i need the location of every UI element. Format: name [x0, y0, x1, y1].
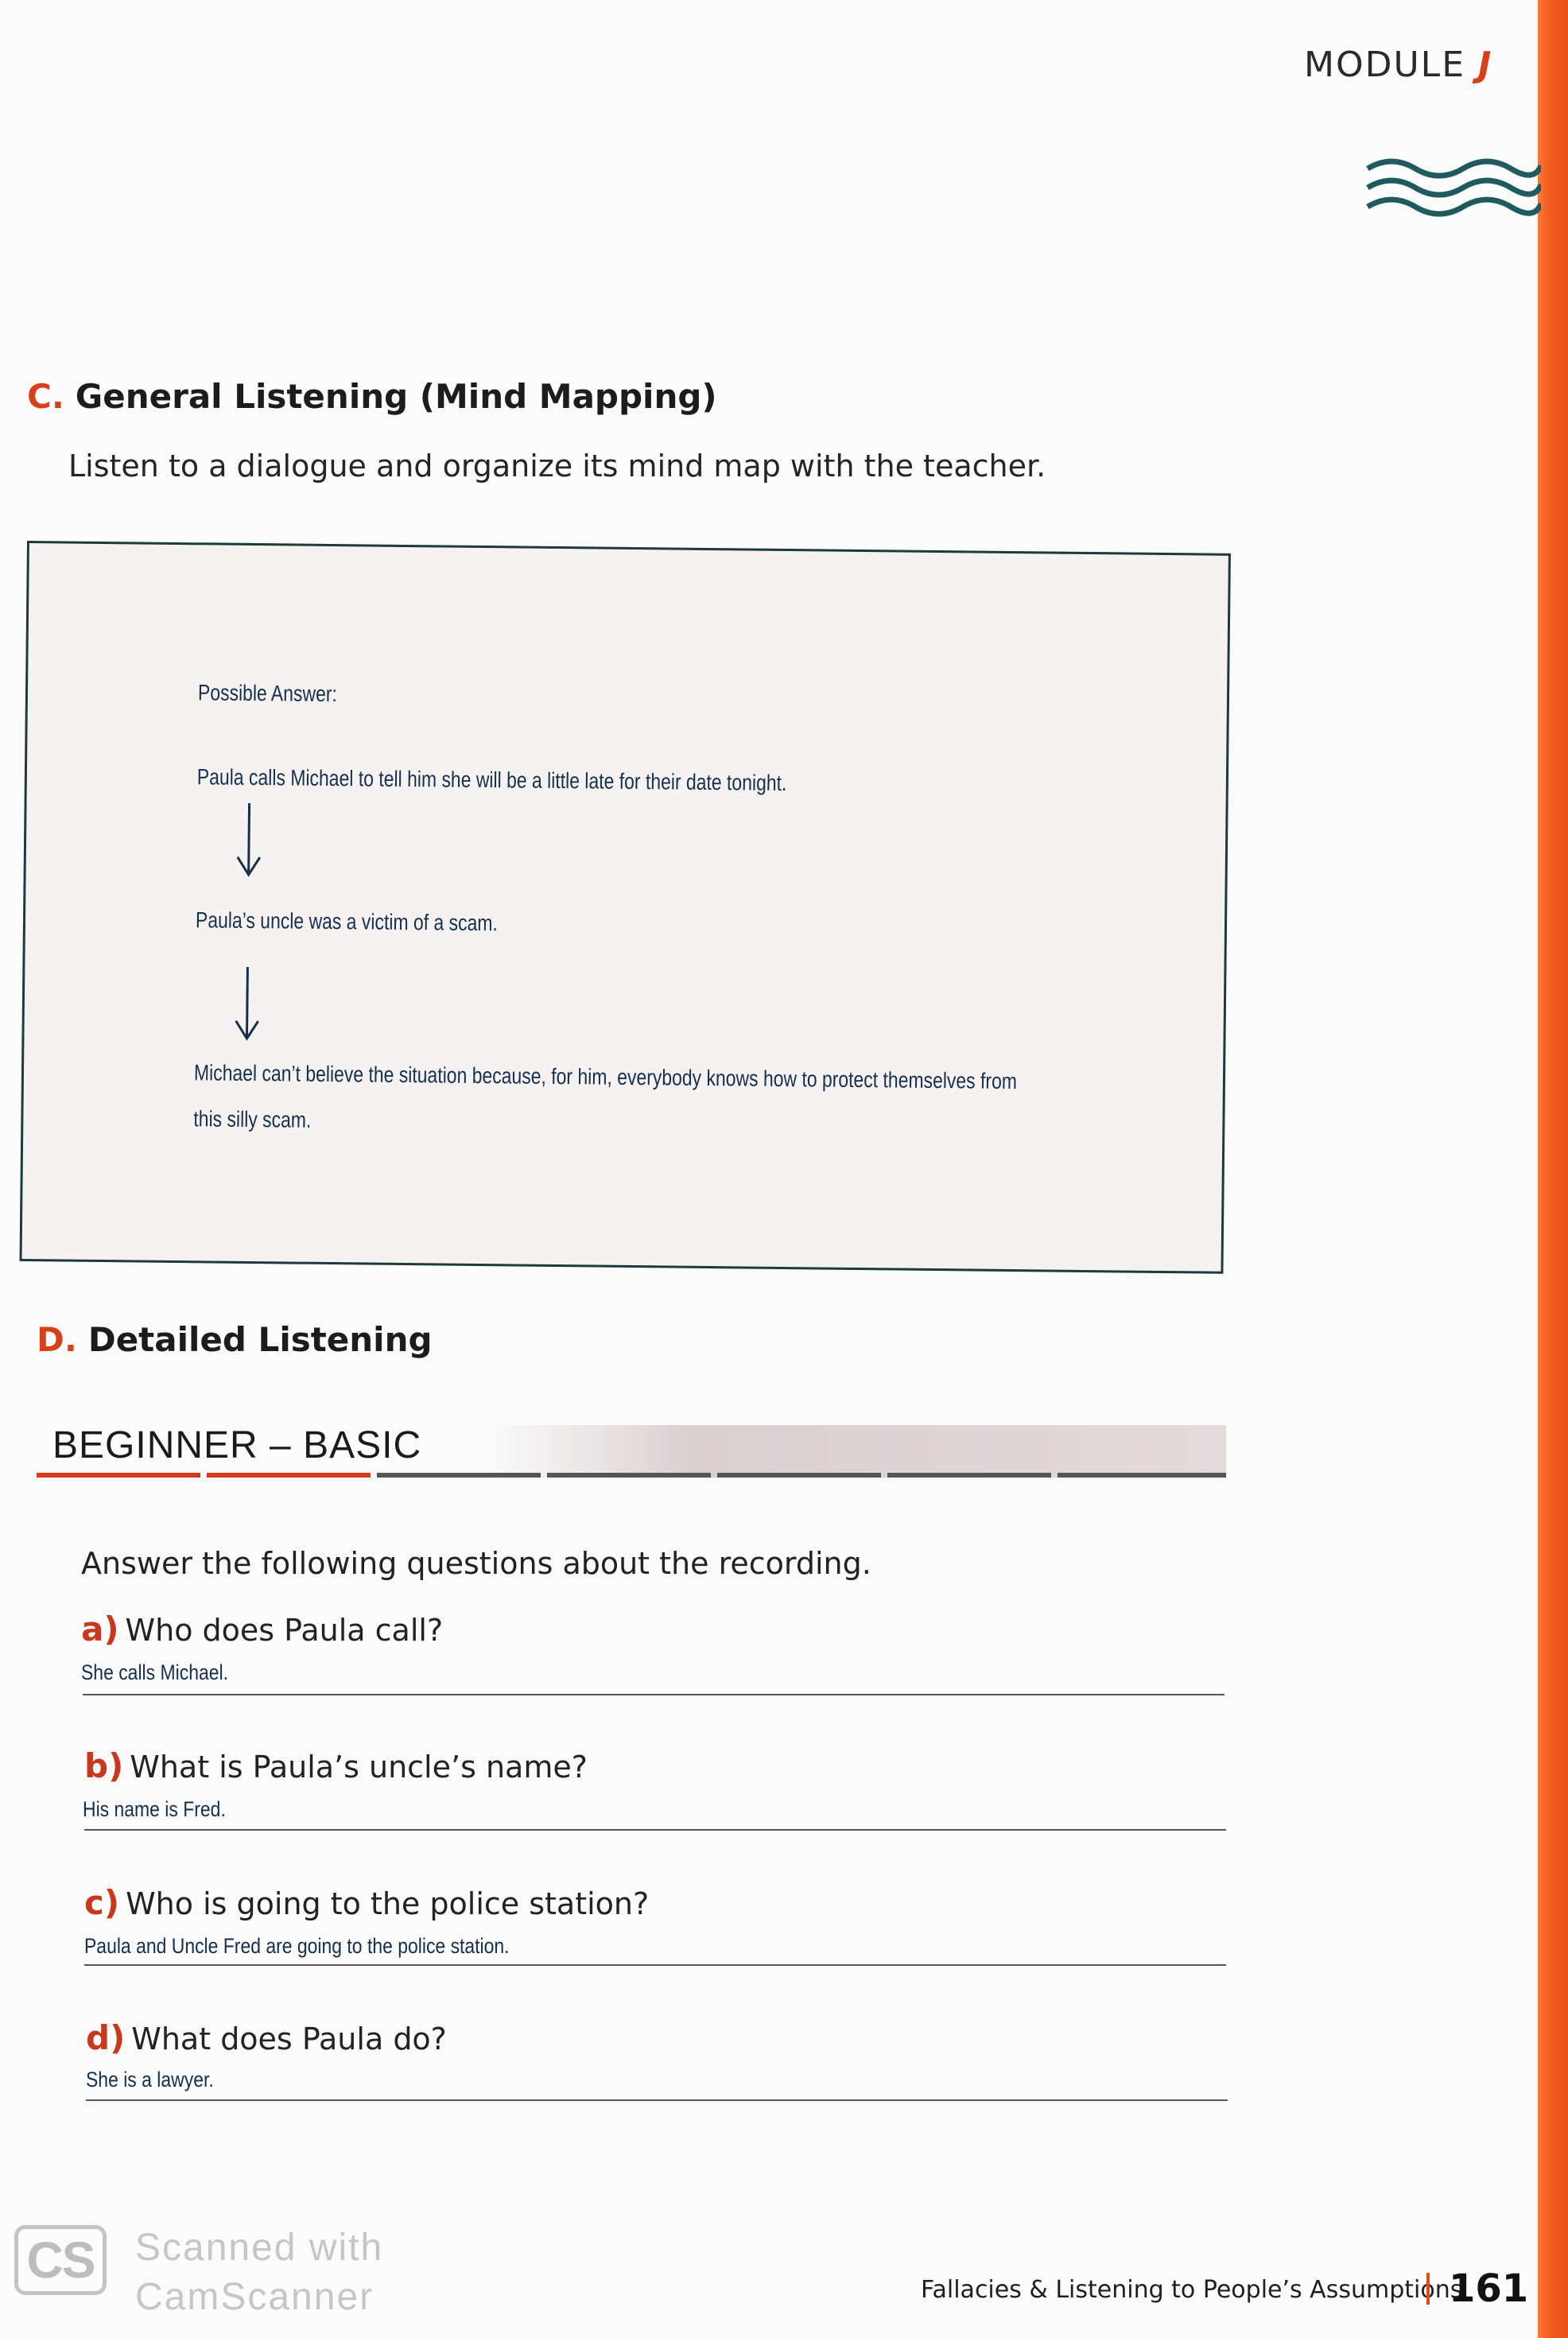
question-d: d) What does Paula do? [86, 2018, 447, 2057]
waves-icon [1366, 158, 1541, 217]
camscanner-logo: CS [14, 2225, 107, 2295]
section-d-letter: D. [37, 1320, 77, 1359]
watermark-line-1: Scanned with [135, 2227, 384, 2269]
module-letter: J [1478, 45, 1493, 85]
question-letter: b) [84, 1746, 124, 1785]
question-text: Who is going to the police station? [126, 1886, 650, 1921]
watermark-line-2: CamScanner [135, 2276, 375, 2318]
answer-line [84, 1964, 1226, 1966]
section-c-letter: C. [27, 377, 64, 416]
level-label: BEGINNER – BASIC [52, 1424, 422, 1466]
mind-map-step-3-line-1: Michael can’t believe the situation beca… [193, 1060, 1018, 1094]
question-c: c) Who is going to the police station? [84, 1883, 649, 1922]
answer-line [83, 1694, 1225, 1695]
mind-map-step-1: Paula calls Michael to tell him she will… [196, 764, 787, 796]
section-c-instruction: Listen to a dialogue and organize its mi… [68, 449, 1046, 484]
answer-a: She calls Michael. [81, 1660, 228, 1684]
page-edge-strip [1538, 0, 1568, 2338]
section-d-heading: D. Detailed Listening [37, 1320, 433, 1359]
mind-map-step-2: Paula’s uncle was a victim of a scam. [195, 907, 499, 936]
down-arrow-icon [236, 802, 262, 877]
question-letter: d) [86, 2018, 126, 2057]
question-a: a) Who does Paula call? [81, 1610, 443, 1649]
question-text: What is Paula’s uncle’s name? [130, 1750, 588, 1785]
mind-map-box: Possible Answer: Paula calls Michael to … [19, 541, 1231, 1274]
question-letter: a) [81, 1610, 119, 1649]
answer-d: She is a lawyer. [86, 2068, 214, 2091]
module-label: MODULE [1304, 45, 1465, 85]
section-c-title: General Listening (Mind Mapping) [75, 377, 717, 416]
section-c-heading: C. General Listening (Mind Mapping) [27, 377, 717, 416]
question-text: Who does Paula call? [125, 1613, 444, 1648]
camscanner-watermark: Scanned with CamScanner [135, 2223, 383, 2322]
down-arrow-icon [235, 966, 259, 1041]
question-letter: c) [84, 1883, 120, 1922]
section-d-title: Detailed Listening [87, 1320, 433, 1359]
answer-line [84, 1829, 1226, 1831]
page-number: 161 [1449, 2266, 1529, 2311]
mind-map-caption: Possible Answer: [197, 680, 338, 707]
question-text: What does Paula do? [131, 2021, 447, 2056]
level-underline [37, 1473, 1226, 1479]
questions-instruction: Answer the following questions about the… [81, 1546, 871, 1581]
footer-chapter-title: Fallacies & Listening to People’s Assump… [921, 2276, 1463, 2304]
mind-map-step-3-line-2: this silly scam. [193, 1106, 312, 1132]
answer-b: His name is Fred. [83, 1797, 226, 1821]
question-b: b) What is Paula’s uncle’s name? [84, 1746, 588, 1785]
answer-line [86, 2099, 1228, 2101]
answer-c: Paula and Uncle Fred are going to the po… [84, 1934, 510, 1958]
module-header: MODULE J [1304, 45, 1492, 85]
footer-separator [1426, 2273, 1430, 2305]
